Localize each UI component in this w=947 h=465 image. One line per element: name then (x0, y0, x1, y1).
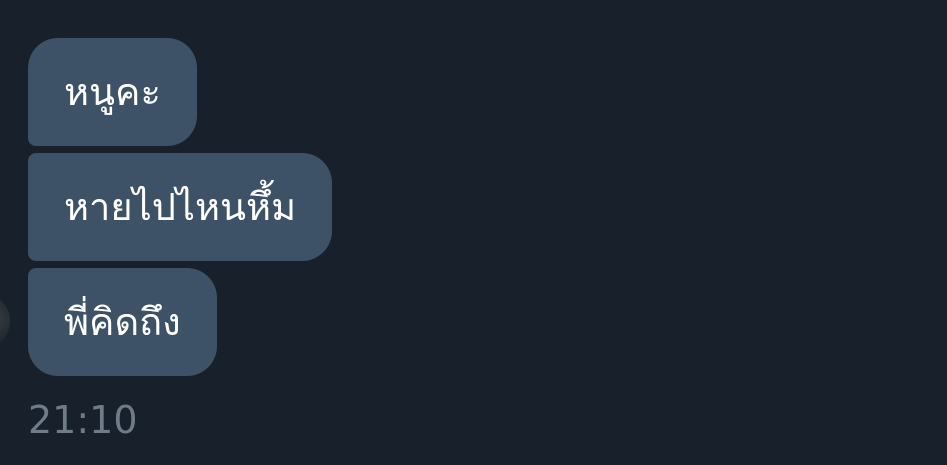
message-text: หายไปไหนหึ้ม (64, 185, 297, 229)
message-timestamp: 21:10 (28, 398, 138, 442)
message-text: พี่คิดถึง (64, 300, 181, 344)
sender-avatar-icon[interactable] (0, 293, 10, 349)
message-text: หนูคะ (64, 70, 161, 114)
message-bubble-1[interactable]: หนูคะ (28, 38, 197, 146)
message-bubble-2[interactable]: หายไปไหนหึ้ม (28, 153, 333, 261)
message-bubble-3[interactable]: พี่คิดถึง (28, 268, 217, 376)
